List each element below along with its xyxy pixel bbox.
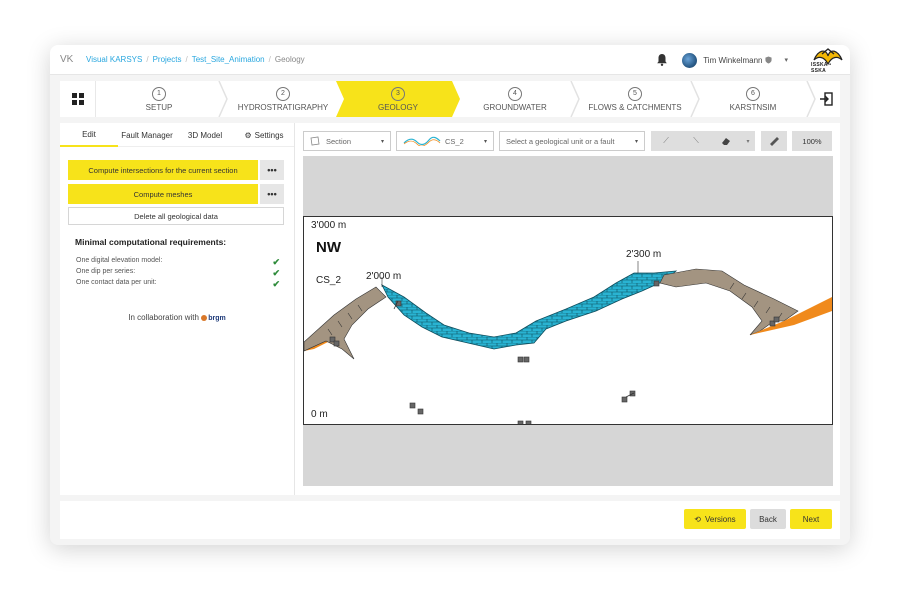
section-name-label: CS_2 [316,275,342,286]
cross-section-select[interactable]: CS_2 ▾ [396,131,494,151]
measure-tool [761,131,787,151]
draw-line-icon[interactable]: ⟋ [651,131,681,151]
step-flows-catchments[interactable]: 5 FLOWS & CATCHMENTS [580,81,690,117]
breadcrumb-visual-karsys[interactable]: Visual KARSYS [86,55,142,64]
cross-section-view[interactable]: 3'000 m NW CS_2 2'000 m 2'300 m 0 m [303,216,833,425]
unit-select[interactable]: Select a geological unit or a fault ▾ [499,131,645,151]
profile-line-icon [403,136,441,146]
step-setup[interactable]: 1 SETUP [100,81,218,117]
grid-icon [71,93,84,105]
step-hydrostratigraphy[interactable]: 2 HYDROSTRATIGRAPHY [228,81,338,117]
more-options-button[interactable]: ••• [260,160,284,180]
compute-intersections-button[interactable]: Compute intersections for the current se… [68,160,258,180]
elevation-bottom-label: 0 m [311,409,328,420]
requirement-item: One dip per series: ✔ [76,268,280,278]
elevation-top-label: 3'000 m [311,220,347,231]
check-icon: ✔ [272,279,280,289]
left-panel: Edit Fault Manager 3D Model ⚙ Settings C… [60,123,294,495]
step-karstnsim[interactable]: 6 KARSTNSIM [700,81,806,117]
drawing-tools: ⟋ ⟍ ▾ [651,131,755,151]
check-icon: ✔ [272,268,280,278]
brgm-logo-icon [201,314,208,321]
geological-section-drawing [304,261,832,424]
brgm-logo[interactable]: brgm [208,315,226,322]
app-window: VK Visual KARSYS / Projects / Test_Site_… [50,45,850,545]
main-panel: Section ▾ CS_2 ▾ Select a geological uni… [294,123,840,495]
footer-bar: ⟲ Versions Back Next [60,501,840,539]
gear-icon: ⚙ [244,130,252,140]
app-short-name: VK [60,54,74,65]
delete-all-button[interactable]: Delete all geological data [68,207,284,225]
steps-bar: 1 SETUP 2 HYDROSTRATIGRAPHY 3 GEOLOGY 4 … [60,81,840,117]
step-separator [218,81,228,117]
step-geology[interactable]: 3 GEOLOGY [336,81,460,117]
eraser-icon[interactable] [711,131,741,151]
isska-logo: ISSKA • SSKA [808,46,848,74]
next-button[interactable]: Next [790,509,832,529]
chevron-down-icon: ▾ [634,138,638,145]
left-tabs: Edit Fault Manager 3D Model ⚙ Settings [60,123,294,147]
requirement-item: One contact data per unit: ✔ [76,279,280,289]
marl-unit-left [304,286,387,360]
breadcrumb-current: Geology [274,55,305,64]
chevron-down-icon: ▾ [380,138,384,145]
limestone-unit [381,270,678,350]
compute-meshes-button[interactable]: Compute meshes [68,184,258,204]
compute-meshes-row: Compute meshes ••• [68,184,284,204]
section-canvas[interactable]: 3'000 m NW CS_2 2'000 m 2'300 m 0 m [303,156,833,486]
chevron-down-icon[interactable]: ▾ [741,131,755,151]
step-separator [570,81,580,117]
ruler-icon[interactable] [761,131,787,151]
zoom-level[interactable]: 100% [792,131,832,151]
bell-icon[interactable] [654,52,670,68]
peak-elevation-label: 2'300 m [626,249,662,260]
top-bar: VK Visual KARSYS / Projects / Test_Site_… [50,45,850,75]
exit-button[interactable] [812,81,840,117]
collaboration-note: In collaboration with brgm [128,313,226,322]
compute-intersections-row: Compute intersections for the current se… [68,160,284,180]
logo-text: ISSKA • SSKA [811,62,832,74]
exit-icon [820,92,833,106]
breadcrumb-project[interactable]: Test_Site_Animation [192,55,265,64]
step-separator [690,81,700,117]
tab-settings-label: Settings [254,130,284,140]
section-plane-icon [310,136,320,146]
section-toolbar: Section ▾ CS_2 ▾ Select a geological uni… [303,131,645,151]
more-options-button[interactable]: ••• [260,184,284,204]
breadcrumb-projects[interactable]: Projects [153,55,182,64]
tab-fault-manager[interactable]: Fault Manager [118,123,176,147]
orientation-label: NW [316,239,341,256]
versions-button[interactable]: ⟲ Versions [684,509,746,529]
tab-3d-model[interactable]: 3D Model [176,123,234,147]
shield-icon [765,56,773,64]
step-groundwater[interactable]: 4 GROUNDWATER [460,81,570,117]
tab-settings[interactable]: ⚙ Settings [234,123,294,147]
back-button[interactable]: Back [750,509,786,529]
requirements-title: Minimal computational requirements: [75,237,227,247]
section-select[interactable]: Section ▾ [303,131,391,151]
requirement-item: One digital elevation model: ✔ [76,257,280,267]
user-menu-caret-icon[interactable]: ▾ [784,56,788,64]
peak-elevation-label: 2'000 m [366,271,402,282]
user-name[interactable]: Tim Winkelmann [703,56,762,65]
dashboard-button[interactable] [60,81,96,117]
chevron-down-icon: ▾ [483,138,487,145]
draw-dip-icon[interactable]: ⟍ [681,131,711,151]
check-icon: ✔ [272,257,280,267]
avatar[interactable] [682,52,698,68]
tab-edit[interactable]: Edit [60,123,118,147]
history-icon: ⟲ [694,514,701,524]
